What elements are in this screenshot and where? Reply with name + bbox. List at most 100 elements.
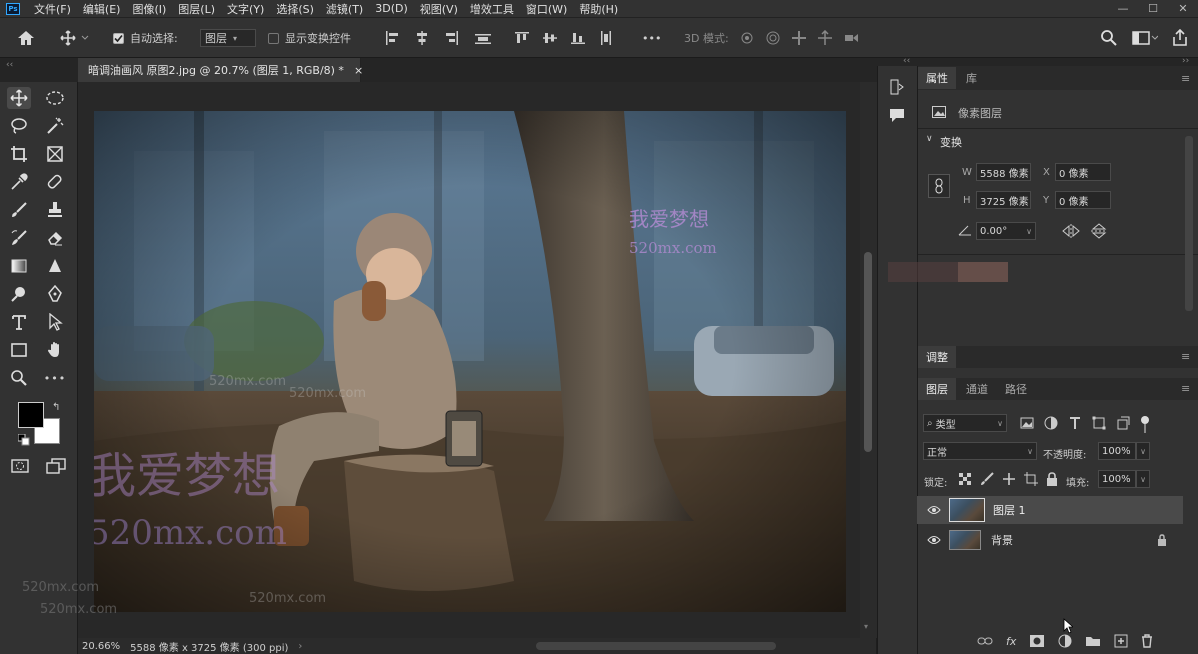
filter-adjustment-icon[interactable] <box>1044 416 1058 430</box>
lock-all-icon[interactable] <box>1046 472 1058 486</box>
3d-roll-icon[interactable] <box>765 30 781 46</box>
layer-name[interactable]: 图层 1 <box>993 502 1026 518</box>
vertical-scroll-thumb[interactable] <box>864 252 872 452</box>
filter-pixel-icon[interactable] <box>1020 416 1034 430</box>
flip-horizontal-icon[interactable] <box>1061 223 1081 239</box>
tab-adjustments[interactable]: 调整 <box>918 346 956 368</box>
align-bottom-icon[interactable] <box>570 30 586 46</box>
y-field[interactable]: 0 像素 <box>1055 191 1111 209</box>
history-panel-icon[interactable] <box>888 78 906 96</box>
lasso-tool-icon[interactable] <box>7 115 31 137</box>
blend-mode-dropdown[interactable]: 正常 ∨ <box>923 442 1037 460</box>
distribute-vertical-icon[interactable] <box>598 30 614 46</box>
magic-wand-icon[interactable] <box>43 115 67 137</box>
layer-row[interactable]: 背景 <box>917 526 1183 554</box>
filter-smart-object-icon[interactable] <box>1116 416 1130 430</box>
3d-slide-icon[interactable] <box>817 30 833 46</box>
3d-scale-icon[interactable] <box>843 30 859 46</box>
screen-mode-icon[interactable] <box>44 455 68 477</box>
visibility-eye-icon[interactable] <box>927 535 941 545</box>
panel-menu-icon[interactable]: ≡ <box>1181 72 1190 85</box>
document-tab[interactable]: 暗调油画风 原图2.jpg @ 20.7% (图层 1, RGB/8) * × <box>78 58 363 82</box>
auto-select-checkbox[interactable] <box>113 32 124 44</box>
new-group-icon[interactable] <box>1085 635 1101 647</box>
opacity-field[interactable]: 100% <box>1098 442 1136 460</box>
align-left-icon[interactable] <box>384 30 400 46</box>
more-options-button[interactable]: ••• <box>642 28 661 48</box>
menu-help[interactable]: 帮助(H) <box>573 1 624 17</box>
menu-filter[interactable]: 滤镜(T) <box>320 1 369 17</box>
fill-field[interactable]: 100% <box>1098 470 1136 488</box>
healing-brush-icon[interactable] <box>43 171 67 193</box>
menu-plugins[interactable]: 增效工具 <box>464 1 520 17</box>
layer-filter-dropdown[interactable]: ⌕ 类型 ∨ <box>923 414 1007 432</box>
delete-layer-icon[interactable] <box>1141 634 1153 648</box>
edit-toolbar-icon[interactable]: ••• <box>43 367 67 389</box>
new-layer-icon[interactable] <box>1114 634 1128 648</box>
collapse-panels-icon[interactable]: ›› <box>1182 56 1189 66</box>
angle-field[interactable]: 0.00° ∨ <box>976 222 1036 240</box>
opacity-chevron-icon[interactable]: ∨ <box>1136 442 1150 460</box>
sharpen-tool-icon[interactable] <box>43 255 67 277</box>
zoom-level[interactable]: 20.66% <box>82 641 120 652</box>
path-select-icon[interactable] <box>43 311 67 333</box>
comments-panel-icon[interactable] <box>888 106 906 124</box>
stamp-tool-icon[interactable] <box>43 199 67 221</box>
tab-channels[interactable]: 通道 <box>958 378 996 400</box>
menu-edit[interactable]: 编辑(E) <box>77 1 127 17</box>
status-arrow-icon[interactable]: › <box>298 641 302 652</box>
swap-colors-icon[interactable]: ↰ <box>52 402 60 413</box>
filter-shape-icon[interactable] <box>1092 416 1106 430</box>
lock-pixels-icon[interactable] <box>980 472 994 486</box>
share-icon[interactable] <box>1172 29 1188 47</box>
dodge-tool-icon[interactable] <box>7 283 31 305</box>
tab-layers[interactable]: 图层 <box>918 378 956 400</box>
workspace-icon[interactable] <box>1132 30 1158 46</box>
flip-vertical-icon[interactable] <box>1090 223 1108 239</box>
fill-chevron-icon[interactable]: ∨ <box>1136 470 1150 488</box>
rectangle-tool-icon[interactable] <box>7 339 31 361</box>
menu-image[interactable]: 图像(I) <box>126 1 172 17</box>
frame-tool-icon[interactable] <box>43 143 67 165</box>
link-layers-icon[interactable] <box>977 636 993 646</box>
close-window-button[interactable]: ✕ <box>1168 2 1198 15</box>
menu-select[interactable]: 选择(S) <box>270 1 320 17</box>
document-canvas[interactable]: 我爱梦想 520mx.com 我爱梦想 520mx.com 520mx.com … <box>94 111 846 612</box>
adjustments-menu-icon[interactable]: ≡ <box>1181 350 1190 363</box>
hand-tool-icon[interactable] <box>43 339 67 361</box>
lock-transparency-icon[interactable] <box>958 472 972 486</box>
quick-mask-icon[interactable] <box>8 455 32 477</box>
tab-paths[interactable]: 路径 <box>997 378 1035 400</box>
collapse-transform-icon[interactable]: ∨ <box>926 134 933 144</box>
height-field[interactable]: 3725 像素 <box>976 191 1031 209</box>
menu-3d[interactable]: 3D(D) <box>369 2 414 15</box>
pen-tool-icon[interactable] <box>43 283 67 305</box>
align-top-icon[interactable] <box>514 30 530 46</box>
adjustment-layer-icon[interactable] <box>1058 634 1072 648</box>
add-mask-icon[interactable] <box>1029 634 1045 648</box>
tab-properties[interactable]: 属性 <box>918 67 956 89</box>
align-right-icon[interactable] <box>444 30 460 46</box>
crop-tool-icon[interactable] <box>7 143 31 165</box>
home-icon[interactable] <box>16 28 36 48</box>
minimize-button[interactable]: — <box>1108 2 1138 15</box>
tab-libraries[interactable]: 库 <box>958 67 985 89</box>
menu-file[interactable]: 文件(F) <box>28 1 77 17</box>
move-tool-icon[interactable] <box>7 87 31 109</box>
filter-toggle-icon[interactable] <box>1140 416 1150 434</box>
horizontal-scroll-thumb[interactable] <box>536 642 776 650</box>
eyedropper-icon[interactable] <box>7 171 31 193</box>
gradient-tool-icon[interactable] <box>7 255 31 277</box>
align-middle-icon[interactable] <box>542 30 558 46</box>
vertical-scrollbar[interactable]: ▾ <box>860 82 877 638</box>
marquee-tool-icon[interactable] <box>43 87 67 109</box>
collapse-dock-icon[interactable]: ‹‹ <box>903 56 910 66</box>
3d-orbit-icon[interactable] <box>739 30 755 46</box>
width-field[interactable]: 5588 像素 <box>976 163 1031 181</box>
brush-tool-icon[interactable] <box>7 199 31 221</box>
x-field[interactable]: 0 像素 <box>1055 163 1111 181</box>
show-transform-checkbox[interactable] <box>268 32 279 44</box>
lock-artboard-icon[interactable] <box>1024 472 1038 486</box>
menu-window[interactable]: 窗口(W) <box>520 1 573 17</box>
move-tool-preset-icon[interactable] <box>60 28 90 48</box>
